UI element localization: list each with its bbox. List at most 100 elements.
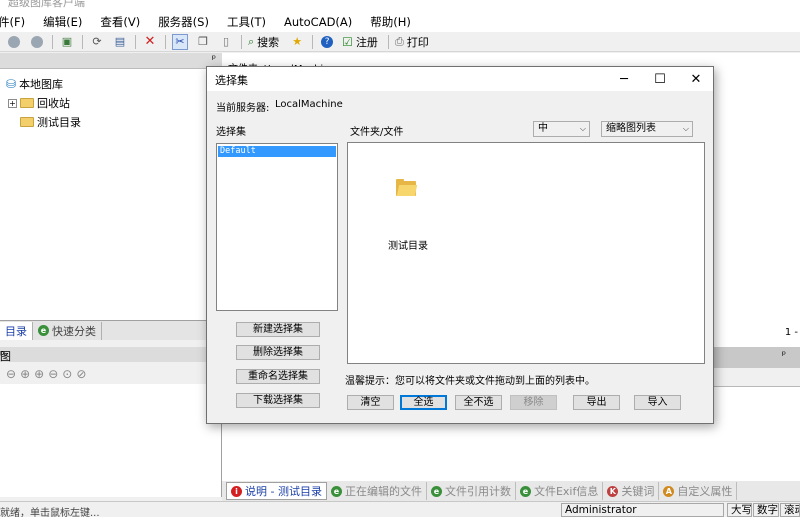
selection-set-list-label: 选择集: [216, 127, 246, 138]
toolbar-divider: [387, 34, 389, 49]
delete-selection-set-button[interactable]: 删除选择集: [236, 345, 320, 360]
tab-editing-files[interactable]: e 正在编辑的文件: [327, 482, 427, 500]
forward-icon[interactable]: [29, 34, 45, 50]
toolbar-divider: [241, 34, 242, 49]
zoom-fit-icon[interactable]: ⊕: [20, 367, 30, 381]
import-button[interactable]: 导入: [634, 395, 681, 410]
tab-custom-props[interactable]: A 自定义属性: [659, 482, 738, 500]
menu-file[interactable]: 件(F): [0, 14, 34, 30]
pin-icon[interactable]: ᵖ: [0, 348, 216, 361]
pin-icon[interactable]: ᵖ: [782, 350, 786, 361]
print-button[interactable]: ⎙ 打印: [395, 34, 429, 50]
search-button[interactable]: ⌕ 搜索: [248, 34, 279, 50]
tree-root-label: 本地图库: [19, 78, 64, 91]
toolbar-divider: [135, 34, 136, 49]
tab-icon: e: [430, 485, 442, 497]
tab-exif[interactable]: e 文件Exif信息: [516, 482, 604, 500]
panel-header: ᵖ: [0, 53, 222, 69]
new-selection-set-button[interactable]: 新建选择集: [236, 322, 320, 337]
chevron-down-icon: ⌵: [682, 124, 689, 133]
folder-up-icon[interactable]: ▣: [59, 34, 75, 50]
copy-icon[interactable]: ❐: [195, 34, 211, 50]
delete-icon[interactable]: ✕: [142, 34, 158, 50]
properties-icon[interactable]: ▤: [112, 34, 128, 50]
menu-help[interactable]: 帮助(H): [361, 14, 420, 30]
folder-file-view[interactable]: 测试目录: [347, 142, 705, 364]
tree-root[interactable]: ⛁ 本地图库: [6, 76, 63, 92]
selection-set-list[interactable]: Default: [216, 143, 338, 311]
zoom-reset-icon[interactable]: ⊘: [76, 367, 86, 381]
list-item[interactable]: Default: [218, 146, 336, 157]
library-icon: ⛁: [6, 77, 17, 91]
register-label: 注册: [355, 35, 378, 49]
expand-icon[interactable]: +: [8, 98, 17, 108]
close-icon[interactable]: ✕: [678, 67, 714, 91]
tab-quick-category[interactable]: e 快速分类: [33, 321, 102, 340]
remove-button[interactable]: 移除: [510, 395, 557, 410]
dialog-title: 选择集: [215, 74, 248, 87]
info-icon: i: [231, 485, 242, 497]
search-label: 搜索: [257, 35, 280, 49]
selection-set-dialog: 选择集 ─ ☐ ✕ 当前服务器: LocalMachine 选择集 文件夹/文件…: [206, 66, 714, 424]
cut-icon[interactable]: ✂: [172, 33, 188, 50]
view-mode-select[interactable]: 缩略图列表 ⌵: [601, 121, 693, 137]
menu-view[interactable]: 查看(V): [91, 14, 149, 30]
toolbar-divider: [82, 34, 83, 49]
maximize-icon[interactable]: ☐: [642, 67, 678, 91]
tab-description[interactable]: i 说明 - 测试目录: [226, 482, 327, 500]
help-icon[interactable]: ?: [319, 34, 335, 50]
chevron-down-icon: ⌵: [579, 124, 586, 133]
download-selection-set-button[interactable]: 下载选择集: [236, 393, 320, 408]
view-mode-value: 缩略图列表: [606, 123, 656, 134]
tab-keywords[interactable]: K 关键词: [603, 482, 660, 500]
zoom-in-icon[interactable]: ⊕: [34, 367, 44, 381]
select-none-button[interactable]: 全不选: [455, 395, 502, 410]
menu-edit[interactable]: 编辑(E): [34, 14, 91, 30]
toolbar-divider: [312, 34, 314, 49]
page-indicator: 1 -: [784, 327, 798, 338]
zoom-icon[interactable]: ⊖: [6, 367, 16, 381]
folder-icon: [20, 117, 34, 127]
keyword-icon: K: [607, 485, 619, 497]
menu-bar: 件(F) 编辑(E) 查看(V) 服务器(S) 工具(T) AutoCAD(A)…: [0, 12, 800, 32]
attribute-icon: A: [663, 485, 675, 497]
clear-button[interactable]: 清空: [347, 395, 394, 410]
tab-label: 文件Exif信息: [533, 485, 599, 498]
zoom-toolbar: ⊖ ⊕ ⊕ ⊖ ⊙ ⊘: [0, 364, 222, 384]
folder-item-label[interactable]: 测试目录: [388, 237, 428, 252]
folder-icon[interactable]: [396, 179, 418, 196]
select-all-button[interactable]: 全选: [400, 395, 447, 410]
refresh-icon[interactable]: ⟳: [89, 34, 105, 50]
left-tab-bar: 目录 e 快速分类: [0, 320, 222, 340]
tab-directory[interactable]: 目录: [0, 321, 33, 340]
tab-icon: e: [330, 485, 342, 497]
zoom-out-icon[interactable]: ⊖: [48, 367, 58, 381]
register-button[interactable]: ☑ 注册: [342, 34, 378, 50]
menu-autocad[interactable]: AutoCAD(A): [275, 15, 361, 29]
status-scroll: 滚动: [780, 503, 800, 517]
register-icon: ☑: [342, 34, 353, 49]
star-icon[interactable]: ★: [289, 34, 305, 50]
paste-icon[interactable]: ▯: [218, 34, 234, 50]
tree-item-recycle[interactable]: + 回收站: [8, 95, 70, 111]
tab-label: 文件引用计数: [444, 485, 511, 498]
tab-reference-count[interactable]: e 文件引用计数: [427, 482, 516, 500]
pin-icon[interactable]: ᵖ: [212, 54, 216, 65]
server-label: 当前服务器:: [216, 103, 270, 114]
rename-selection-set-button[interactable]: 重命名选择集: [236, 369, 320, 384]
minimize-icon[interactable]: ─: [606, 67, 642, 91]
dialog-title-bar: 选择集 ─ ☐ ✕: [207, 67, 713, 91]
folder-icon: [20, 98, 34, 108]
search-icon: ⌕: [248, 34, 255, 48]
icon-size-select[interactable]: 中 ⌵: [533, 121, 590, 137]
status-user: Administrator: [561, 503, 724, 517]
export-button[interactable]: 导出: [573, 395, 620, 410]
tree-item-test-dir[interactable]: 测试目录: [20, 114, 81, 130]
app-title-bar: 超级图库客户端: [0, 0, 800, 12]
tab-label: 关键词: [621, 485, 655, 498]
tab-quick-category-label: 快速分类: [52, 324, 96, 338]
menu-tools[interactable]: 工具(T): [218, 14, 275, 30]
menu-server[interactable]: 服务器(S): [149, 14, 218, 30]
zoom-window-icon[interactable]: ⊙: [62, 367, 72, 381]
back-icon[interactable]: [6, 34, 22, 50]
